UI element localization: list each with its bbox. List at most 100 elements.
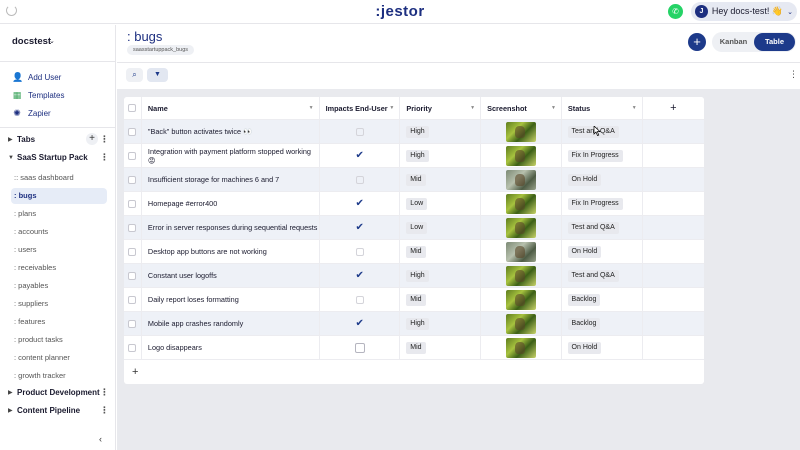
- row-checkbox[interactable]: [128, 343, 137, 352]
- sidebar-section-content-pipeline[interactable]: ▶ Content Pipeline ⋮: [8, 403, 112, 418]
- sidebar-section-saas-startup-pack[interactable]: ▼ SaaS Startup Pack ⋮: [8, 150, 112, 165]
- table-row[interactable]: Daily report loses formatting Mid Backlog: [124, 288, 704, 312]
- column-header-name[interactable]: Name ▼: [142, 97, 320, 119]
- table-row[interactable]: Homepage #error400 ✔ Low Fix In Progress: [124, 192, 704, 216]
- row-checkbox[interactable]: [128, 295, 137, 304]
- screenshot-thumbnail[interactable]: [505, 241, 536, 262]
- row-select-cell[interactable]: [124, 336, 142, 359]
- view-table-button[interactable]: Table: [754, 33, 795, 51]
- column-menu-icon[interactable]: ▼: [632, 105, 637, 111]
- workspace-name[interactable]: docstest: [12, 36, 51, 47]
- impacts-checkbox[interactable]: [355, 295, 364, 304]
- sidebar-item-bugs[interactable]: : bugs: [11, 188, 107, 204]
- screenshot-thumbnail[interactable]: [505, 337, 536, 358]
- sidebar-item-payables[interactable]: : payables: [11, 278, 107, 294]
- check-icon[interactable]: ✔: [355, 318, 363, 329]
- impacts-checkbox[interactable]: [355, 247, 364, 256]
- impacts-end-user-cell[interactable]: ✔: [320, 264, 401, 287]
- table-row[interactable]: Error in server responses during sequent…: [124, 216, 704, 240]
- row-checkbox[interactable]: [128, 151, 137, 160]
- row-select-cell[interactable]: [124, 120, 142, 143]
- row-select-cell[interactable]: [124, 240, 142, 263]
- screenshot-cell[interactable]: [481, 144, 562, 167]
- row-select-cell[interactable]: [124, 288, 142, 311]
- check-icon[interactable]: ✔: [355, 150, 363, 161]
- impacts-end-user-cell[interactable]: [320, 288, 401, 311]
- status-cell[interactable]: Fix In Progress: [562, 192, 643, 215]
- column-header-priority[interactable]: Priority ▼: [400, 97, 482, 119]
- screenshot-cell[interactable]: [481, 240, 562, 263]
- screenshot-thumbnail[interactable]: [505, 313, 536, 334]
- more-options-icon[interactable]: ⋮: [789, 69, 798, 80]
- priority-cell[interactable]: Mid: [400, 168, 482, 191]
- table-row[interactable]: Mobile app crashes randomly ✔ High Backlog: [124, 312, 704, 336]
- add-row-button[interactable]: +: [124, 360, 704, 384]
- impacts-end-user-cell[interactable]: ✔: [320, 192, 401, 215]
- more-icon[interactable]: ⋮: [100, 405, 109, 416]
- screenshot-cell[interactable]: [481, 168, 562, 191]
- chevron-down-icon[interactable]: ⌄: [49, 37, 55, 45]
- row-select-cell[interactable]: [124, 312, 142, 335]
- check-icon[interactable]: ✔: [355, 270, 363, 281]
- add-tab-button[interactable]: +: [86, 133, 98, 145]
- screenshot-cell[interactable]: [481, 216, 562, 239]
- impacts-end-user-cell[interactable]: [320, 120, 401, 143]
- name-cell[interactable]: Logo disappears: [142, 336, 320, 359]
- sidebar-item-features[interactable]: : features: [11, 314, 107, 330]
- screenshot-cell[interactable]: [481, 288, 562, 311]
- row-checkbox[interactable]: [128, 247, 137, 256]
- add-column-button[interactable]: +: [643, 97, 704, 119]
- status-cell[interactable]: On Hold: [562, 168, 643, 191]
- column-menu-icon[interactable]: ▼: [470, 105, 475, 111]
- row-select-cell[interactable]: [124, 192, 142, 215]
- table-row[interactable]: Constant user logoffs ✔ High Test and Q&A: [124, 264, 704, 288]
- screenshot-thumbnail[interactable]: [505, 145, 536, 166]
- priority-cell[interactable]: High: [400, 144, 482, 167]
- status-cell[interactable]: Test and Q&A: [562, 216, 643, 239]
- impacts-end-user-cell[interactable]: ✔: [320, 216, 401, 239]
- priority-cell[interactable]: Low: [400, 216, 482, 239]
- priority-cell[interactable]: Mid: [400, 336, 482, 359]
- name-cell[interactable]: Mobile app crashes randomly: [142, 312, 320, 335]
- screenshot-cell[interactable]: [481, 192, 562, 215]
- column-menu-icon[interactable]: ▼: [551, 105, 556, 111]
- row-checkbox[interactable]: [128, 271, 137, 280]
- name-cell[interactable]: Desktop app buttons are not working: [142, 240, 320, 263]
- impacts-end-user-cell[interactable]: [320, 240, 401, 263]
- screenshot-thumbnail[interactable]: [505, 289, 536, 310]
- name-cell[interactable]: Error in server responses during sequent…: [142, 216, 320, 239]
- check-icon[interactable]: ✔: [355, 222, 363, 233]
- priority-cell[interactable]: Mid: [400, 288, 482, 311]
- table-row[interactable]: "Back" button activates twice 👀 High Test …: [124, 120, 704, 144]
- more-icon[interactable]: ⋮: [100, 134, 109, 145]
- name-cell[interactable]: Daily report loses formatting: [142, 288, 320, 311]
- row-select-cell[interactable]: [124, 264, 142, 287]
- screenshot-thumbnail[interactable]: [505, 169, 536, 190]
- view-kanban-button[interactable]: Kanban: [713, 33, 754, 51]
- sidebar-section-tabs[interactable]: ▶ Tabs + ⋮: [8, 132, 112, 147]
- user-menu-button[interactable]: J Hey docs-test! 👋 ⌄: [691, 2, 797, 21]
- screenshot-cell[interactable]: [481, 120, 562, 143]
- more-icon[interactable]: ⋮: [100, 152, 109, 163]
- row-checkbox[interactable]: [128, 223, 137, 232]
- row-select-cell[interactable]: [124, 144, 142, 167]
- column-header-impacts-end-user[interactable]: Impacts End-User ▼: [320, 97, 401, 119]
- screenshot-thumbnail[interactable]: [505, 121, 536, 142]
- status-cell[interactable]: Test and Q&A: [562, 120, 643, 143]
- more-icon[interactable]: ⋮: [100, 387, 109, 398]
- status-cell[interactable]: Fix In Progress: [562, 144, 643, 167]
- sidebar-section-product-development[interactable]: ▶ Product Development ⋮: [8, 385, 112, 400]
- priority-cell[interactable]: Low: [400, 192, 482, 215]
- row-checkbox[interactable]: [128, 175, 137, 184]
- table-row[interactable]: Integration with payment platform stoppe…: [124, 144, 704, 168]
- priority-cell[interactable]: High: [400, 264, 482, 287]
- status-cell[interactable]: On Hold: [562, 240, 643, 263]
- status-cell[interactable]: Backlog: [562, 312, 643, 335]
- checkbox[interactable]: [128, 104, 137, 112]
- sidebar-item-users[interactable]: : users: [11, 242, 107, 258]
- screenshot-cell[interactable]: [481, 264, 562, 287]
- impacts-end-user-cell[interactable]: [320, 168, 401, 191]
- search-icon[interactable]: ⌕: [126, 68, 143, 82]
- screenshot-cell[interactable]: [481, 336, 562, 359]
- row-checkbox[interactable]: [128, 319, 137, 328]
